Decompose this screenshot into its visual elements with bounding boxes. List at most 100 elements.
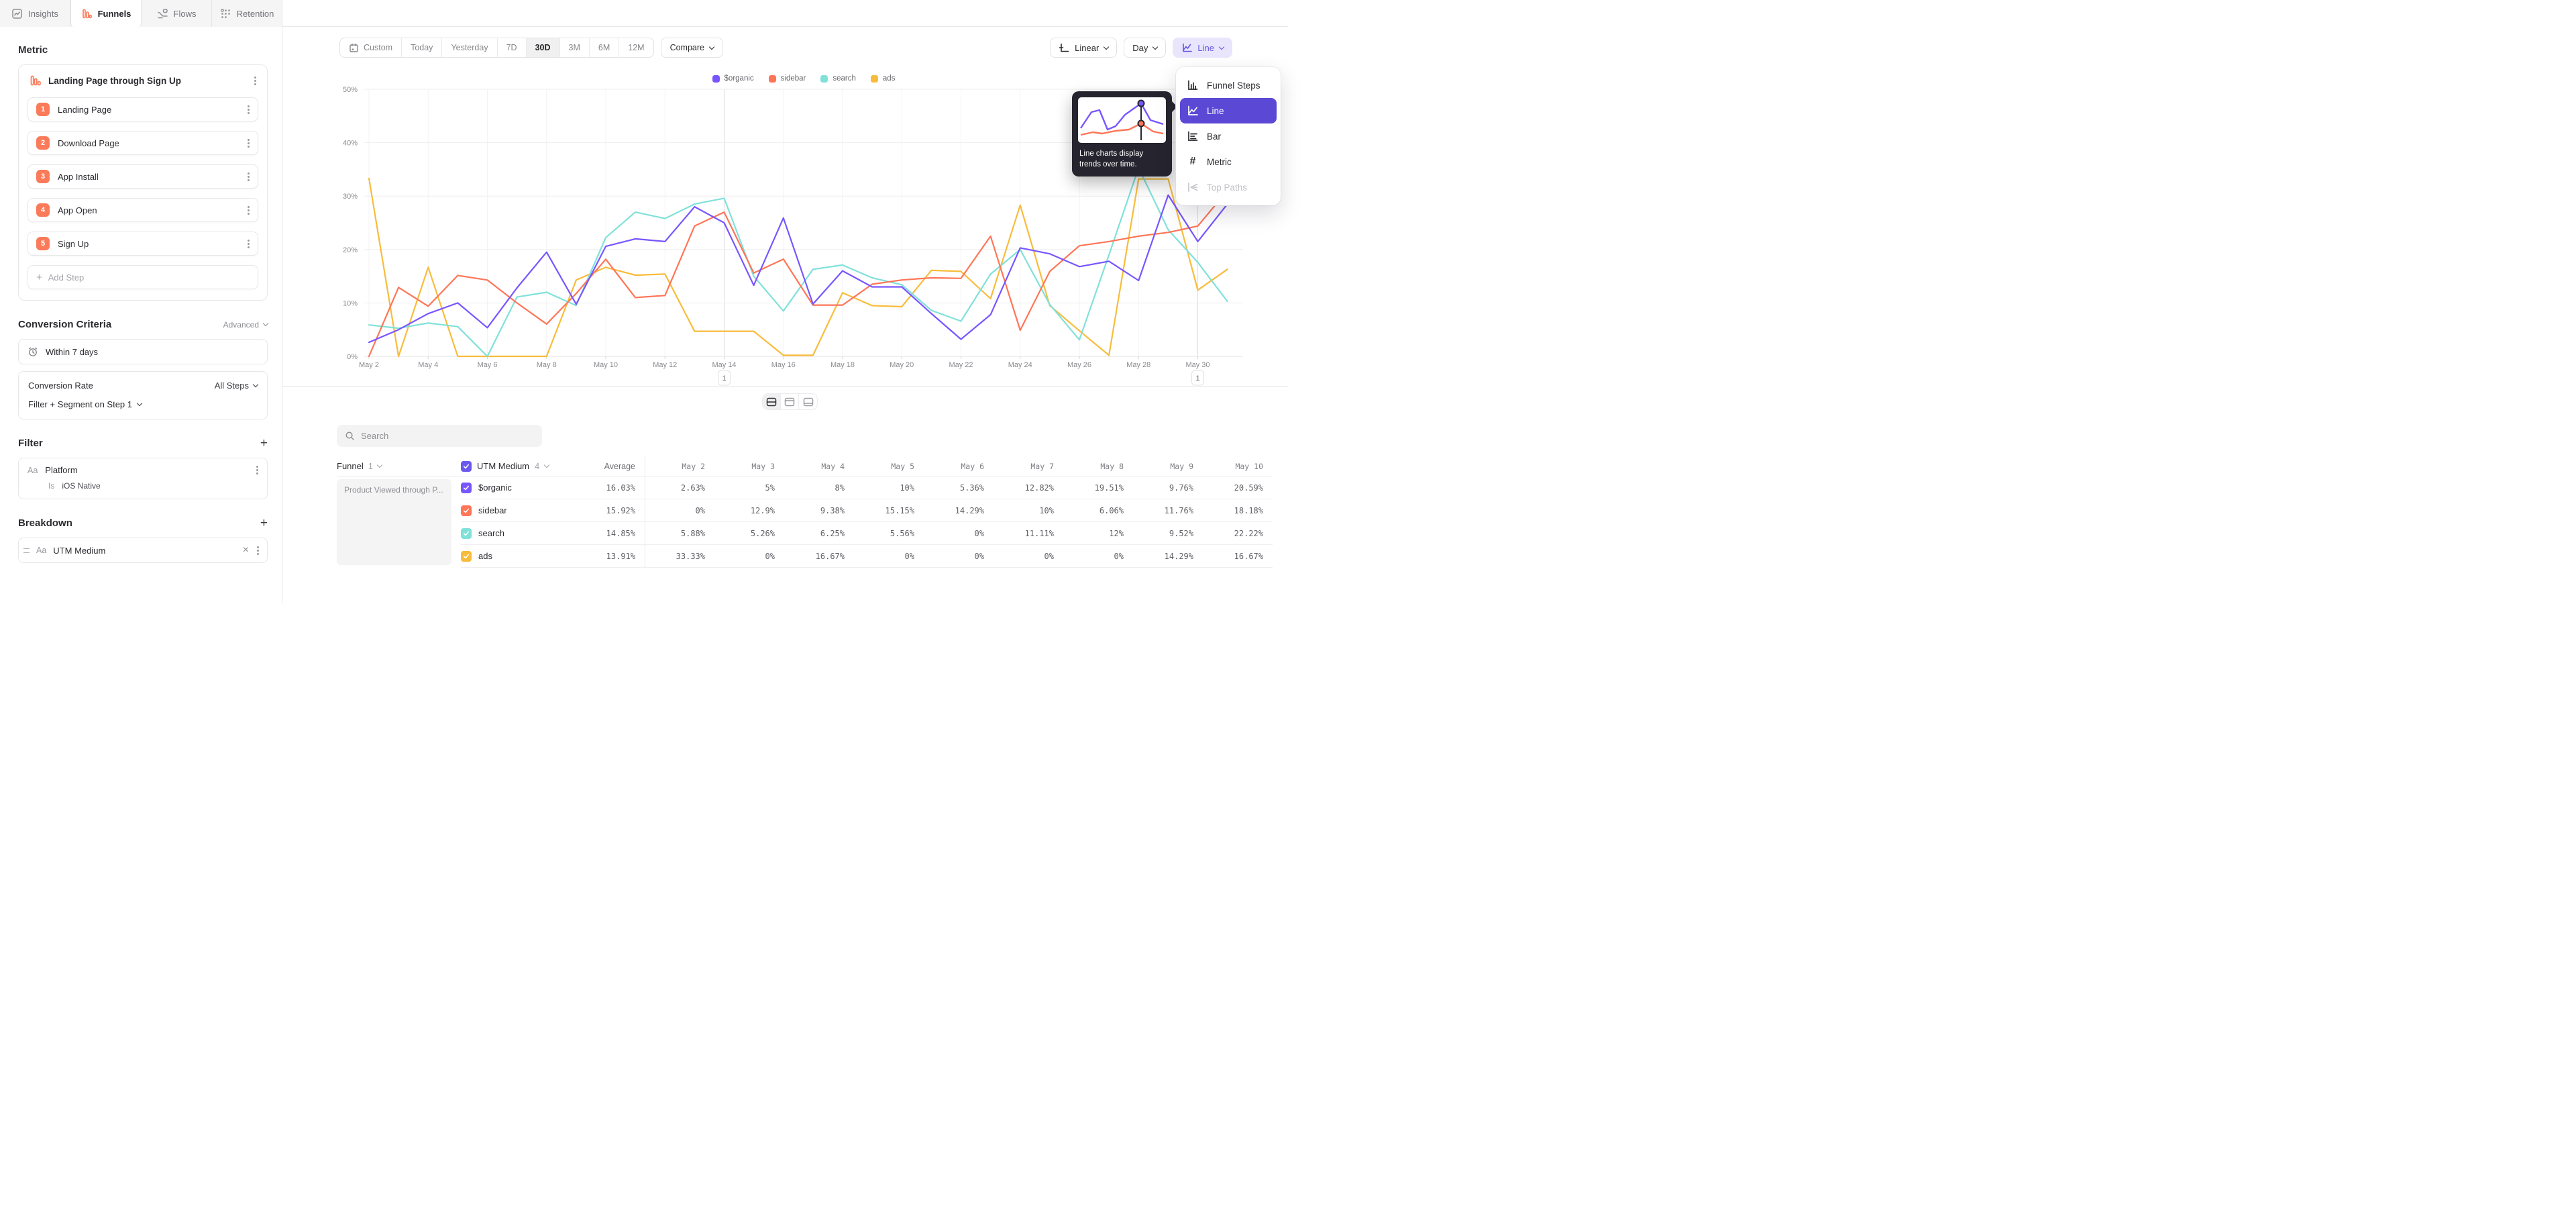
day-value: 0% [1063, 545, 1133, 568]
all-steps-label: All Steps [215, 381, 249, 391]
interval-dropdown[interactable]: Day [1124, 38, 1166, 58]
x-axis-label: May 16 [771, 361, 796, 369]
step-kebab-icon[interactable] [248, 109, 250, 111]
day-value: 6.06% [1063, 499, 1133, 522]
legend-item-search[interactable]: search [820, 74, 856, 83]
menu-item-line[interactable]: Line [1180, 98, 1277, 123]
legend-item-ads[interactable]: ads [871, 74, 896, 83]
bottom-panel-view-icon [803, 397, 814, 407]
chevron-down-icon [137, 401, 142, 406]
add-breakdown-button[interactable]: + [260, 519, 268, 528]
range-custom[interactable]: Custom [340, 38, 402, 57]
line-chart[interactable]: 0%10%20%30%40%50%May 2May 4May 6May 8May… [282, 27, 1288, 403]
day-column-header: May 4 [784, 456, 854, 476]
legend-item-sidebar[interactable]: sidebar [769, 74, 806, 83]
series-line-sidebar [369, 191, 1228, 356]
step-kebab-icon[interactable] [248, 142, 250, 144]
average-value: 14.85% [575, 522, 645, 545]
funnel-step-5[interactable]: 5Sign Up [28, 232, 258, 256]
compare-button[interactable]: Compare [661, 38, 723, 58]
day-value: 16.67% [1203, 545, 1273, 568]
filter-segment-dropdown[interactable]: Filter + Segment on Step 1 [28, 399, 258, 409]
range-today[interactable]: Today [402, 38, 442, 57]
series-line-ads [369, 179, 1228, 356]
range-label: 12M [628, 43, 644, 52]
tab-flows[interactable]: Flows [142, 0, 212, 27]
tab-insights[interactable]: Insights [0, 0, 70, 27]
day-column-header: May 5 [854, 456, 924, 476]
breakdown-column-header[interactable]: UTM Medium4 [461, 456, 575, 476]
day-value: 0% [714, 545, 784, 568]
legend-item-organic[interactable]: $organic [712, 74, 754, 83]
filter-kebab-icon[interactable] [256, 469, 258, 471]
breakdown-kebab-icon[interactable] [257, 550, 259, 552]
tab-funnels[interactable]: Funnels [70, 0, 142, 28]
search-input[interactable] [361, 431, 534, 441]
menu-item-metric[interactable]: #Metric [1180, 149, 1277, 174]
top-panel-view-button[interactable] [781, 394, 799, 409]
filter-operator: Is [48, 481, 54, 491]
annotation-badge[interactable]: 1 [718, 370, 731, 385]
x-axis-label: May 4 [418, 361, 438, 369]
annotation-badge[interactable]: 1 [1192, 370, 1204, 385]
funnel-step-1[interactable]: 1Landing Page [28, 97, 258, 121]
day-value: 2.63% [645, 476, 714, 499]
scale-dropdown[interactable]: Linear [1050, 38, 1117, 58]
menu-item-bar[interactable]: Bar [1180, 123, 1277, 149]
add-filter-button[interactable]: + [260, 439, 268, 448]
view-toggle [762, 393, 818, 410]
search-box [337, 425, 542, 447]
funnel-column-header[interactable]: Funnel1 [337, 456, 461, 476]
row-checkbox[interactable] [461, 505, 472, 516]
step-kebab-icon[interactable] [248, 209, 250, 211]
funnel-step-4[interactable]: 4App Open [28, 198, 258, 222]
menu-item-top-paths[interactable]: Top Paths [1180, 174, 1277, 200]
advanced-dropdown[interactable]: Advanced [223, 320, 268, 330]
x-axis-label: May 28 [1126, 361, 1150, 369]
all-steps-dropdown[interactable]: All Steps [215, 381, 258, 391]
range-6m[interactable]: 6M [590, 38, 619, 57]
day-value: 16.67% [784, 545, 854, 568]
range-yesterday[interactable]: Yesterday [442, 38, 497, 57]
table-row-search: search [461, 522, 575, 545]
funnel-header-label: Funnel [337, 461, 364, 471]
day-value: 5.36% [924, 476, 994, 499]
header-checkbox[interactable] [461, 461, 472, 472]
funnel-step-2[interactable]: 2Download Page [28, 131, 258, 155]
menu-item-funnel-steps[interactable]: Funnel Steps [1180, 72, 1277, 98]
day-value: 0% [924, 522, 994, 545]
legend-swatch [820, 75, 828, 83]
tab-retention[interactable]: Retention [212, 0, 282, 27]
funnel-step-3[interactable]: 3App Install [28, 164, 258, 189]
day-value: 5.56% [854, 522, 924, 545]
conversion-window-label: Within 7 days [46, 347, 98, 357]
range-7d[interactable]: 7D [498, 38, 527, 57]
row-checkbox[interactable] [461, 528, 472, 539]
breakdown-item-utm-medium[interactable]: Aa UTM Medium × [18, 538, 268, 563]
drag-handle-icon[interactable] [23, 548, 30, 553]
step-kebab-icon[interactable] [248, 243, 250, 245]
menu-item-label: Metric [1207, 157, 1232, 167]
split-view-button[interactable] [763, 394, 781, 409]
range-3m[interactable]: 3M [560, 38, 590, 57]
step-kebab-icon[interactable] [248, 176, 250, 178]
filter-item-platform[interactable]: Aa Platform Is iOS Native [18, 458, 268, 499]
row-checkbox[interactable] [461, 483, 472, 493]
day-value: 5% [714, 476, 784, 499]
range-label: Custom [364, 43, 392, 52]
add-step-button[interactable]: + Add Step [28, 265, 258, 289]
range-12m[interactable]: 12M [619, 38, 653, 57]
day-value: 0% [854, 545, 924, 568]
row-checkbox[interactable] [461, 551, 472, 562]
remove-breakdown-icon[interactable]: × [243, 547, 249, 554]
conversion-window-button[interactable]: Within 7 days [18, 339, 268, 364]
bottom-panel-view-button[interactable] [799, 394, 817, 409]
metric-kebab-icon[interactable] [254, 80, 256, 82]
day-value: 20.59% [1203, 476, 1273, 499]
chevron-down-icon [544, 462, 549, 468]
retention-icon [220, 8, 231, 19]
day-column-header: May 3 [714, 456, 784, 476]
range-30d[interactable]: 30D [527, 38, 560, 57]
chart-type-dropdown[interactable]: Line [1173, 38, 1232, 58]
funnels-icon [81, 8, 93, 19]
